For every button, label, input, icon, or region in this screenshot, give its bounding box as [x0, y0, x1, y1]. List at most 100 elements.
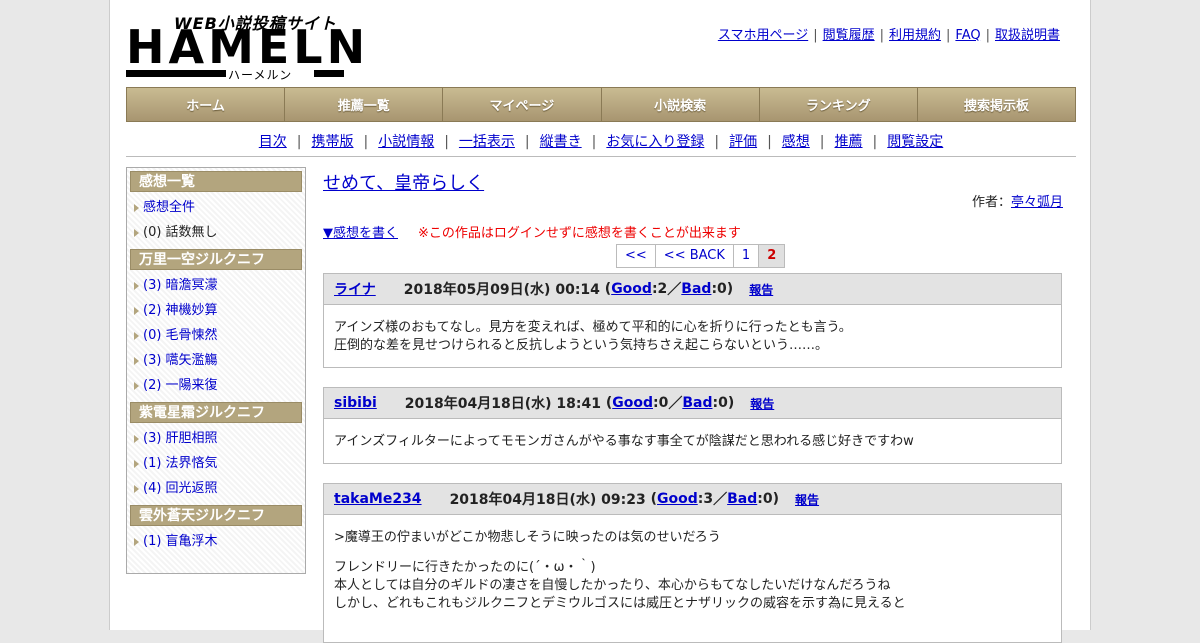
review-line: 圧倒的な差を見せつけられると反抗しようという気持ちさえ起こらないという……。 [334, 338, 829, 353]
sidebar-item-link[interactable]: (4) 回光返照 [143, 481, 218, 496]
pager-back[interactable]: << BACK [664, 248, 725, 263]
bad-link[interactable]: Bad [681, 281, 711, 297]
sidebar-item-label: (0) 話数無し [143, 225, 218, 240]
review-date: 2018年04月18日(水) 18:41 [404, 396, 601, 412]
sub-nav-toc[interactable]: 目次 [259, 134, 287, 150]
pager-first[interactable]: << [625, 248, 647, 263]
sidebar-item[interactable]: 感想全件 [130, 195, 302, 220]
main-nav-board[interactable]: 捜索掲示板 [918, 88, 1075, 121]
sidebar-item-link[interactable]: 感想全件 [143, 200, 195, 215]
good-count: 0 [658, 395, 669, 411]
sidebar-item: (0) 話数無し [130, 220, 302, 245]
bad-count: 0 [762, 491, 773, 507]
author-label: 作者： [971, 195, 1011, 210]
logo-bar [126, 70, 226, 77]
sidebar-item-link[interactable]: (2) 一陽来復 [143, 378, 218, 393]
review-user[interactable]: sibibi [334, 395, 377, 411]
sidebar-section-title: 万里一空ジルクニフ [130, 249, 302, 270]
bad-link[interactable]: Bad [682, 395, 712, 411]
sub-nav-all[interactable]: 一括表示 [459, 134, 515, 150]
main-nav-recommendations[interactable]: 推薦一覧 [285, 88, 444, 121]
good-count: 2 [657, 281, 668, 297]
review-user[interactable]: takaMe234 [334, 491, 422, 507]
bad-count: 0 [717, 281, 727, 297]
review-item: sibibi 2018年04月18日(水) 18:41 (Good:0 ／ Bad:… [323, 387, 1062, 464]
write-review-link[interactable]: ▼感想を書く [323, 222, 398, 241]
sub-nav-rate[interactable]: 評価 [729, 134, 757, 150]
sidebar-item-link[interactable]: (1) 盲亀浮木 [143, 534, 218, 549]
sub-nav-recommend[interactable]: 推薦 [835, 134, 863, 150]
sidebar-item[interactable]: (0) 毛骨悚然 [130, 323, 302, 348]
sidebar-section-title: 雲外蒼天ジルクニフ [130, 505, 302, 526]
review-line: 本人としては自分のギルドの凄さを自慢したかったり、本心からもてなしたいだけなんだ… [334, 578, 891, 593]
sidebar-item-link[interactable]: (1) 法界悋気 [143, 456, 218, 471]
novel-title[interactable]: せめて、皇帝らしく [323, 169, 484, 195]
main-nav-mypage[interactable]: マイページ [443, 88, 602, 121]
review-line: しかし、どれもこれもジルクニフとデミウルゴスには威圧とナザリックの威容を示す為に… [334, 596, 906, 611]
good-link[interactable]: Good [657, 491, 698, 507]
sidebar-item-link[interactable]: (3) 暗澹冥濛 [143, 278, 218, 293]
pagination: << << BACK 1 2 [616, 244, 786, 268]
main-nav-search[interactable]: 小説検索 [602, 88, 760, 121]
sidebar-item-link[interactable]: (2) 神機妙算 [143, 303, 218, 318]
review-line: >魔導王の佇まいがどこか物悲しそうに映ったのは気のせいだろう [334, 530, 721, 545]
sidebar-item[interactable]: (3) 暗澹冥濛 [130, 273, 302, 298]
top-link-faq[interactable]: FAQ [955, 28, 980, 43]
main-nav-ranking[interactable]: ランキング [760, 88, 918, 121]
top-link-manual[interactable]: 取扱説明書 [995, 28, 1060, 43]
pager-page-1[interactable]: 1 [742, 248, 750, 263]
sidebar-item[interactable]: (4) 回光返照 [130, 476, 302, 501]
main-nav: ホーム 推薦一覧 マイページ 小説検索 ランキング 捜索掲示板 [126, 87, 1076, 122]
sub-nav-settings[interactable]: 閲覧設定 [887, 134, 943, 150]
sidebar-item[interactable]: (2) 神機妙算 [130, 298, 302, 323]
bad-count: 0 [718, 395, 728, 411]
review-item: ライナ 2018年05月09日(水) 00:14 (Good:2 ／ Bad:0) … [323, 273, 1062, 368]
review-body: >魔導王の佇まいがどこか物悲しそうに映ったのは気のせいだろう フレンドリーに行き… [324, 515, 1061, 625]
sidebar-item[interactable]: (1) 法界悋気 [130, 451, 302, 476]
sub-nav-info[interactable]: 小説情報 [378, 134, 434, 150]
sidebar-item-link[interactable]: (3) 肝胆相照 [143, 431, 218, 446]
sidebar-item-link[interactable]: (3) 嚆矢濫觴 [143, 353, 218, 368]
report-link[interactable]: 報告 [750, 395, 774, 412]
pager-current: 2 [759, 245, 785, 267]
sub-nav-favorite[interactable]: お気に入り登録 [606, 134, 704, 150]
good-count: 3 [703, 491, 714, 507]
review-header: takaMe234 2018年04月18日(水) 09:23 (Good:3 ／ B… [324, 484, 1061, 515]
sidebar-item[interactable]: (3) 肝胆相照 [130, 426, 302, 451]
top-links: スマホ用ページ | 閲覧履歴 | 利用規約 | FAQ | 取扱説明書 [717, 28, 1060, 43]
report-link[interactable]: 報告 [749, 281, 773, 298]
report-link[interactable]: 報告 [795, 491, 819, 508]
top-link-terms[interactable]: 利用規約 [889, 28, 941, 43]
review-line: フレンドリーに行きたかったのに(´・ω・｀) [334, 560, 596, 575]
sidebar-item[interactable]: (3) 嚆矢濫觴 [130, 348, 302, 373]
logo-bar-right [314, 70, 344, 77]
good-link[interactable]: Good [611, 281, 652, 297]
sidebar-item[interactable]: (2) 一陽来復 [130, 373, 302, 398]
sub-nav-mobile[interactable]: 携帯版 [311, 134, 353, 150]
top-link-smartphone[interactable]: スマホ用ページ [718, 28, 808, 43]
sidebar: 感想一覧 感想全件 (0) 話数無し 万里一空ジルクニフ (3) 暗澹冥濛 (2… [126, 167, 306, 574]
review-body: アインズ様のおもてなし。見方を変えれば、極めて平和的に心を折りに行ったとも言う。… [324, 305, 1061, 367]
sidebar-item-link[interactable]: (0) 毛骨悚然 [143, 328, 218, 343]
top-link-history[interactable]: 閲覧履歴 [823, 28, 875, 43]
sub-nav-reviews[interactable]: 感想 [782, 134, 810, 150]
login-notice: ※この作品はログインせずに感想を書くことが出来ます [418, 226, 741, 241]
sidebar-section-title: 紫電星霜ジルクニフ [130, 402, 302, 423]
review-date: 2018年04月18日(水) 09:23 [449, 492, 646, 508]
sidebar-item[interactable]: (1) 盲亀浮木 [130, 529, 302, 554]
review-header: ライナ 2018年05月09日(水) 00:14 (Good:2 ／ Bad:0) … [324, 274, 1061, 305]
review-line: アインズフィルターによってモモンガさんがやる事なす事全てが陰謀だと思われる感じ好… [334, 434, 914, 449]
review-item: takaMe234 2018年04月18日(水) 09:23 (Good:3 ／ B… [323, 483, 1062, 643]
author-line: 作者：亭々弧月 [972, 191, 1063, 210]
bad-link[interactable]: Bad [727, 491, 757, 507]
hameln-logo[interactable]: WEB小説投稿サイト HAMELN ハーメルン [126, 10, 365, 82]
good-link[interactable]: Good [612, 395, 653, 411]
logo-kana: ハーメルン [228, 68, 293, 82]
author-link[interactable]: 亭々弧月 [1011, 195, 1063, 210]
review-date: 2018年05月09日(水) 00:14 [403, 282, 600, 298]
main-nav-home[interactable]: ホーム [127, 88, 286, 121]
sub-nav-vertical[interactable]: 縦書き [540, 134, 582, 150]
divider [126, 156, 1076, 157]
page-container: WEB小説投稿サイト HAMELN ハーメルン スマホ用ページ | 閲覧履歴 | 利用規… [109, 0, 1091, 643]
review-user[interactable]: ライナ [334, 279, 376, 299]
